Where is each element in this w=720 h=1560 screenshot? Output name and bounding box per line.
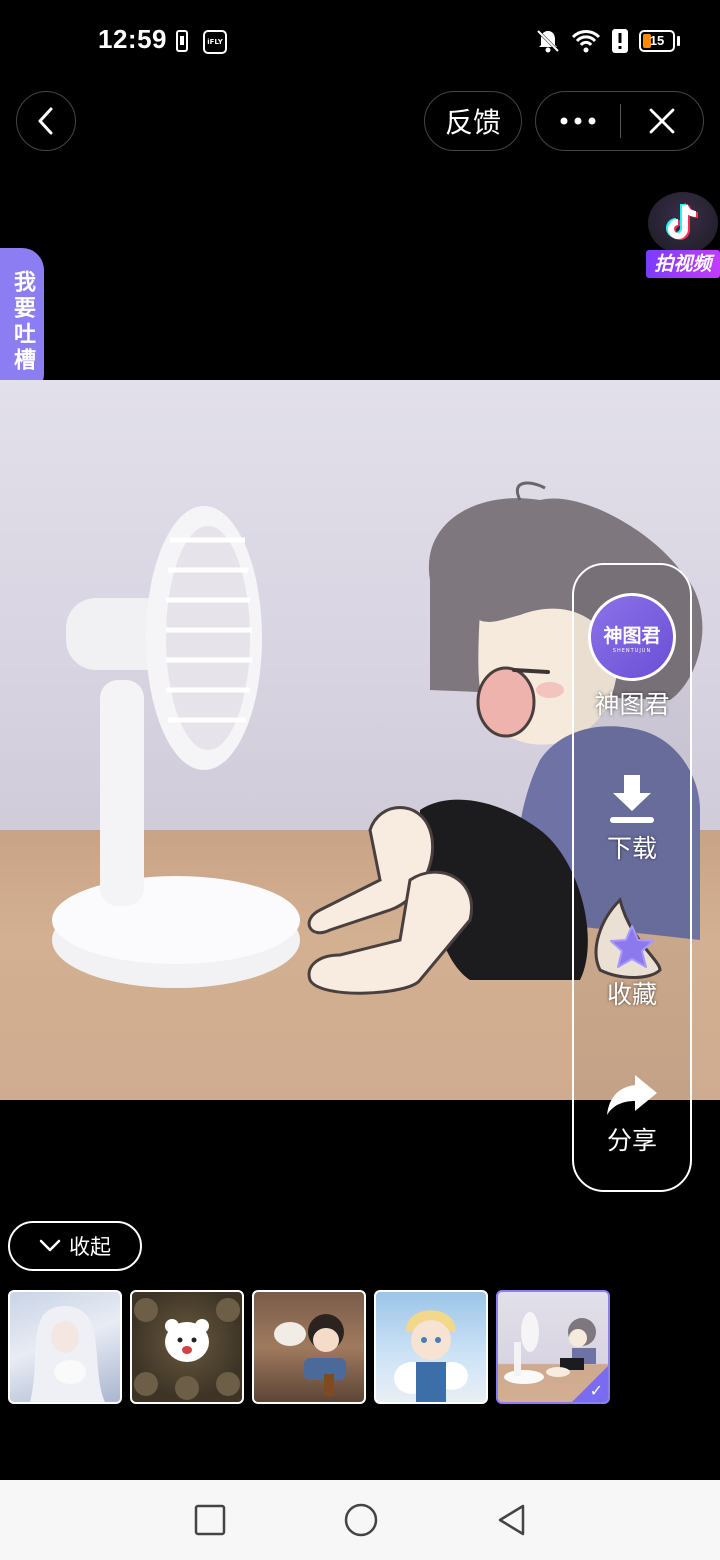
complaint-tab-label: 我要吐槽 bbox=[10, 270, 35, 374]
wifi-icon bbox=[571, 30, 601, 53]
close-icon bbox=[649, 108, 675, 134]
thumbnail-strip: ✓ bbox=[8, 1290, 610, 1404]
more-dots-icon bbox=[560, 117, 596, 125]
thumbnail[interactable] bbox=[8, 1290, 122, 1404]
battery-level: 15 bbox=[649, 33, 665, 48]
ifly-icon: iFLY bbox=[203, 30, 227, 54]
tiktok-logo-icon bbox=[648, 192, 718, 254]
back-button[interactable] bbox=[16, 91, 76, 151]
avatar: 神图君 SHENTUJUN bbox=[588, 593, 676, 681]
thumbnail[interactable] bbox=[252, 1290, 366, 1404]
home-icon[interactable] bbox=[344, 1503, 378, 1537]
check-icon: ✓ bbox=[589, 1381, 603, 1400]
thumbnail-selected[interactable]: ✓ bbox=[496, 1290, 610, 1404]
star-icon bbox=[610, 925, 654, 968]
profile-action[interactable]: 神图君 SHENTUJUN 神图君 bbox=[574, 593, 690, 721]
system-nav-bar bbox=[0, 1480, 720, 1560]
collapse-button[interactable]: 收起 bbox=[8, 1221, 142, 1271]
favorite-label: 收藏 bbox=[606, 980, 657, 1009]
tiktok-label: 拍视频 bbox=[646, 250, 720, 278]
download-icon bbox=[610, 775, 654, 823]
chevron-left-icon bbox=[38, 107, 53, 135]
chevron-down-icon bbox=[39, 1239, 61, 1252]
back-triangle-icon[interactable] bbox=[496, 1503, 526, 1537]
thumbnail[interactable] bbox=[374, 1290, 488, 1404]
download-button[interactable]: 下载 bbox=[574, 771, 690, 865]
battery-icon: 15 bbox=[639, 30, 675, 52]
thumbnail[interactable] bbox=[130, 1290, 244, 1404]
battery-saver-icon bbox=[176, 30, 188, 52]
download-label: 下载 bbox=[606, 834, 657, 863]
close-button[interactable] bbox=[621, 92, 703, 150]
complaint-tab[interactable]: 我要吐槽 bbox=[0, 248, 44, 396]
share-button[interactable]: 分享 bbox=[574, 1073, 690, 1157]
feedback-button[interactable]: 反馈 bbox=[424, 91, 522, 151]
more-button[interactable] bbox=[536, 92, 620, 150]
favorite-button[interactable]: 收藏 bbox=[574, 923, 690, 1011]
profile-label: 神图君 bbox=[594, 690, 670, 719]
feedback-label: 反馈 bbox=[444, 106, 501, 139]
recent-apps-icon[interactable] bbox=[194, 1504, 226, 1536]
share-arrow-icon bbox=[607, 1075, 657, 1115]
status-bar: 12:59 iFLY 15 bbox=[0, 0, 720, 84]
collapse-label: 收起 bbox=[69, 1235, 111, 1259]
mute-bell-icon bbox=[536, 29, 560, 53]
tiktok-shoot-video-badge[interactable]: 拍视频 bbox=[646, 190, 720, 278]
mini-program-capsule bbox=[535, 91, 704, 151]
alert-icon bbox=[612, 29, 628, 53]
status-time: 12:59 bbox=[98, 24, 167, 54]
action-panel: 神图君 SHENTUJUN 神图君 下载 收藏 分享 bbox=[572, 563, 692, 1192]
share-label: 分享 bbox=[606, 1126, 657, 1155]
